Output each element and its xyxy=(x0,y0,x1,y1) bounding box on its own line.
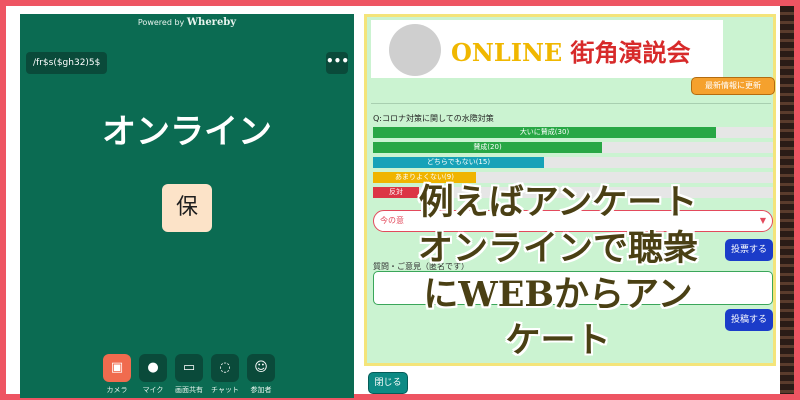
call-controls: ▣ カメラ ● マイク ▭ 画面共有 ◌ チャット ☺ 参加者 xyxy=(100,354,280,398)
caption-line: 例えばアンケート xyxy=(418,182,698,223)
whereby-logo[interactable]: Whereby xyxy=(187,17,236,28)
participants-control[interactable]: ☺ 参加者 xyxy=(244,354,278,395)
microphone-icon[interactable]: ● xyxy=(139,354,167,382)
screen-share-icon[interactable]: ▭ xyxy=(175,354,203,382)
close-button[interactable]: 閉じる xyxy=(368,372,408,394)
mic-label: マイク xyxy=(142,386,164,394)
more-dots-icon: ••• xyxy=(326,54,350,68)
participants-icon[interactable]: ☺ xyxy=(247,354,275,382)
camera-control[interactable]: ▣ カメラ xyxy=(100,354,134,395)
chat-label: チャット xyxy=(211,386,239,394)
refresh-button[interactable]: 最新情報に更新 xyxy=(691,77,775,95)
participant-avatar[interactable]: 保 xyxy=(162,184,212,232)
poll-bar-label: 大いに賛成(30) xyxy=(519,128,570,136)
caption-line: オンラインで聴衆 xyxy=(417,228,698,269)
poll-bar-track: 大いに賛成(30) xyxy=(373,127,773,138)
powered-by-text: Powered by xyxy=(137,18,185,27)
poll-bar-label: 賛成(20) xyxy=(473,143,502,151)
poll-bar-track: どちらでもない(15) xyxy=(373,157,773,168)
event-title-online: ONLINE xyxy=(451,38,563,67)
poll-question: Q:コロナ対策に関しての水際対策 xyxy=(373,114,494,123)
overlay-caption: 例えばアンケート オンラインで聴衆 にWEBからアン ケート xyxy=(380,180,736,364)
side-decoration xyxy=(780,6,794,394)
room-name-badge[interactable]: /fr$s($gh32)5$ xyxy=(26,52,108,74)
more-options-button[interactable]: ••• xyxy=(326,52,350,74)
camera-off-icon[interactable]: ▣ xyxy=(103,354,131,382)
poll-bar-track: 賛成(20) xyxy=(373,142,773,153)
divider xyxy=(371,103,771,104)
screen-share-label: 画面共有 xyxy=(175,386,203,394)
room-title: オンライン xyxy=(102,112,272,152)
event-title: ONLINE 街角演説会 xyxy=(451,33,691,68)
chevron-down-icon: ▼ xyxy=(759,216,766,225)
chat-icon[interactable]: ◌ xyxy=(211,354,239,382)
event-title-main: 街角演説会 xyxy=(562,38,691,67)
speaker-photo xyxy=(389,24,441,76)
whereby-room: Powered by Whereby /fr$s($gh32)5$ ••• オン… xyxy=(20,14,354,398)
participants-label: 参加者 xyxy=(250,386,272,394)
mic-control[interactable]: ● マイク xyxy=(136,354,170,395)
screen-share-control[interactable]: ▭ 画面共有 xyxy=(172,354,206,395)
caption-line: にWEBからアン xyxy=(423,274,693,315)
camera-label: カメラ xyxy=(106,386,128,394)
poll-bar-label: どちらでもない(15) xyxy=(426,158,491,166)
chat-control[interactable]: ◌ チャット xyxy=(208,354,242,395)
caption-line: ケート xyxy=(505,320,611,361)
event-banner: ONLINE 街角演説会 xyxy=(371,20,723,78)
powered-by-bar: Powered by Whereby xyxy=(20,14,354,32)
